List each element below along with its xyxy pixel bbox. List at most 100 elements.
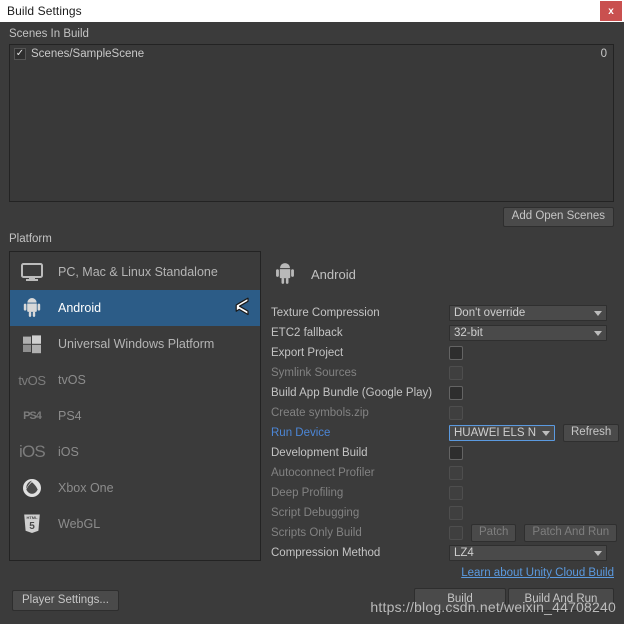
scene-path-label: Scenes/SampleScene <box>31 47 145 60</box>
row-etc2-fallback: ETC2 fallback 32-bit <box>271 323 624 343</box>
row-label: Scripts Only Build <box>271 527 362 539</box>
sidebar-item-uwp[interactable]: Universal Windows Platform <box>10 326 260 362</box>
svg-text:5: 5 <box>29 521 35 532</box>
create-symbols-zip-checkbox <box>449 406 463 420</box>
refresh-button[interactable]: Refresh <box>563 424 620 442</box>
script-debugging-checkbox <box>449 506 463 520</box>
build-button[interactable]: Build <box>414 588 506 611</box>
row-label: Texture Compression <box>271 307 380 319</box>
platform-list[interactable]: PC, Mac & Linux Standalone Android Unive… <box>9 251 261 561</box>
row-script-debugging: Script Debugging <box>271 503 624 523</box>
sidebar-item-android[interactable]: Android <box>10 290 260 326</box>
dropdown-value: HUAWEI ELS N <box>454 427 537 439</box>
close-icon[interactable]: x <box>600 1 622 21</box>
scenes-in-build-title: Scenes In Build <box>9 28 89 40</box>
settings-platform-name: Android <box>311 266 356 282</box>
row-label: Symlink Sources <box>271 367 357 379</box>
row-label: Script Debugging <box>271 507 360 519</box>
row-scripts-only-build: Scripts Only Build Patch Patch And Run <box>271 523 624 543</box>
scenes-in-build-list[interactable]: ✓ Scenes/SampleScene 0 <box>9 44 614 202</box>
row-label: Compression Method <box>271 547 381 559</box>
sidebar-item-ios[interactable]: iOS iOS <box>10 434 260 470</box>
ios-icon: iOS <box>18 442 46 462</box>
dropdown-value: Don't override <box>454 307 526 319</box>
chevron-down-icon <box>594 330 602 336</box>
row-label: Deep Profiling <box>271 487 344 499</box>
row-compression-method: Compression Method LZ4 <box>271 543 624 563</box>
row-symlink-sources: Symlink Sources <box>271 363 624 383</box>
sidebar-item-xbox-one[interactable]: Xbox One <box>10 470 260 506</box>
ps4-icon-text: PS4 <box>23 410 42 422</box>
sidebar-item-label: PC, Mac & Linux Standalone <box>58 265 218 279</box>
row-label: Autoconnect Profiler <box>271 467 375 479</box>
row-run-device: Run Device HUAWEI ELS N Refresh <box>271 423 624 443</box>
scripts-only-build-checkbox <box>449 526 463 540</box>
row-label[interactable]: Run Device <box>271 427 449 439</box>
patch-button: Patch <box>471 524 517 542</box>
sidebar-item-label: iOS <box>58 445 79 459</box>
sidebar-item-label: PS4 <box>58 409 82 423</box>
row-create-symbols-zip: Create symbols.zip <box>271 403 624 423</box>
windows-icon <box>18 334 46 354</box>
texture-compression-dropdown[interactable]: Don't override <box>449 305 607 321</box>
tvos-icon-text: tvOS <box>18 372 46 388</box>
compression-method-dropdown[interactable]: LZ4 <box>449 545 607 561</box>
chevron-down-icon <box>594 550 602 556</box>
footer-bar: Player Settings... Build Build And Run h… <box>0 584 624 624</box>
deep-profiling-checkbox <box>449 486 463 500</box>
android-icon <box>18 297 46 319</box>
sidebar-item-webgl[interactable]: 5 HTML WebGL <box>10 506 260 542</box>
platform-settings-panel: Android Texture Compression Don't overri… <box>261 251 624 579</box>
row-label: Development Build <box>271 447 368 459</box>
build-and-run-button[interactable]: Build And Run <box>508 588 614 611</box>
scene-enabled-checkbox[interactable]: ✓ <box>14 47 26 60</box>
sidebar-item-ps4[interactable]: PS4 PS4 <box>10 398 260 434</box>
add-open-scenes-row: Add Open Scenes <box>0 202 624 227</box>
dropdown-value: 32-bit <box>454 327 483 339</box>
build-app-bundle-checkbox[interactable] <box>449 386 463 400</box>
player-settings-button[interactable]: Player Settings... <box>12 590 119 611</box>
cloud-build-link-row: Learn about Unity Cloud Build <box>271 567 624 579</box>
add-open-scenes-button[interactable]: Add Open Scenes <box>502 207 614 227</box>
chevron-down-icon <box>594 310 602 316</box>
row-texture-compression: Texture Compression Don't override <box>271 303 624 323</box>
etc2-fallback-dropdown[interactable]: 32-bit <box>449 325 607 341</box>
android-icon <box>271 262 299 286</box>
sidebar-item-tvos[interactable]: tvOS tvOS <box>10 362 260 398</box>
xbox-icon <box>18 478 46 498</box>
row-build-app-bundle: Build App Bundle (Google Play) <box>271 383 624 403</box>
row-deep-profiling: Deep Profiling <box>271 483 624 503</box>
row-label: Build App Bundle (Google Play) <box>271 387 433 399</box>
run-device-dropdown[interactable]: HUAWEI ELS N <box>449 425 555 441</box>
patch-and-run-button: Patch And Run <box>524 524 618 542</box>
platform-area: PC, Mac & Linux Standalone Android Unive… <box>0 249 624 579</box>
settings-header: Android <box>271 257 624 291</box>
unity-logo-icon <box>231 297 251 320</box>
learn-unity-cloud-build-link[interactable]: Learn about Unity Cloud Build <box>461 567 614 579</box>
list-item[interactable]: ✓ Scenes/SampleScene 0 <box>10 45 613 62</box>
sidebar-item-label: tvOS <box>58 373 86 387</box>
chevron-down-icon <box>542 430 550 436</box>
sidebar-item-label: Android <box>58 301 102 315</box>
symlink-sources-checkbox <box>449 366 463 380</box>
sidebar-item-label: Universal Windows Platform <box>58 337 215 351</box>
svg-text:HTML: HTML <box>26 515 38 520</box>
ps4-icon: PS4 <box>18 410 46 422</box>
row-label: Export Project <box>271 347 344 359</box>
window-title: Build Settings <box>7 4 82 18</box>
row-development-build: Development Build <box>271 443 624 463</box>
build-settings-window: Scenes In Build ✓ Scenes/SampleScene 0 A… <box>0 22 624 624</box>
row-label: Create symbols.zip <box>271 407 369 419</box>
sidebar-item-pc-mac-linux[interactable]: PC, Mac & Linux Standalone <box>10 254 260 290</box>
scene-index-label: 0 <box>600 47 607 60</box>
export-project-checkbox[interactable] <box>449 346 463 360</box>
row-autoconnect-profiler: Autoconnect Profiler <box>271 463 624 483</box>
sidebar-item-label: Xbox One <box>58 481 114 495</box>
row-label: ETC2 fallback <box>271 327 343 339</box>
ios-icon-text: iOS <box>19 442 46 461</box>
sidebar-item-label: WebGL <box>58 517 101 531</box>
webgl-icon: 5 HTML <box>18 513 46 535</box>
window-titlebar: Build Settings x <box>0 0 624 22</box>
monitor-icon <box>18 263 46 281</box>
development-build-checkbox[interactable] <box>449 446 463 460</box>
